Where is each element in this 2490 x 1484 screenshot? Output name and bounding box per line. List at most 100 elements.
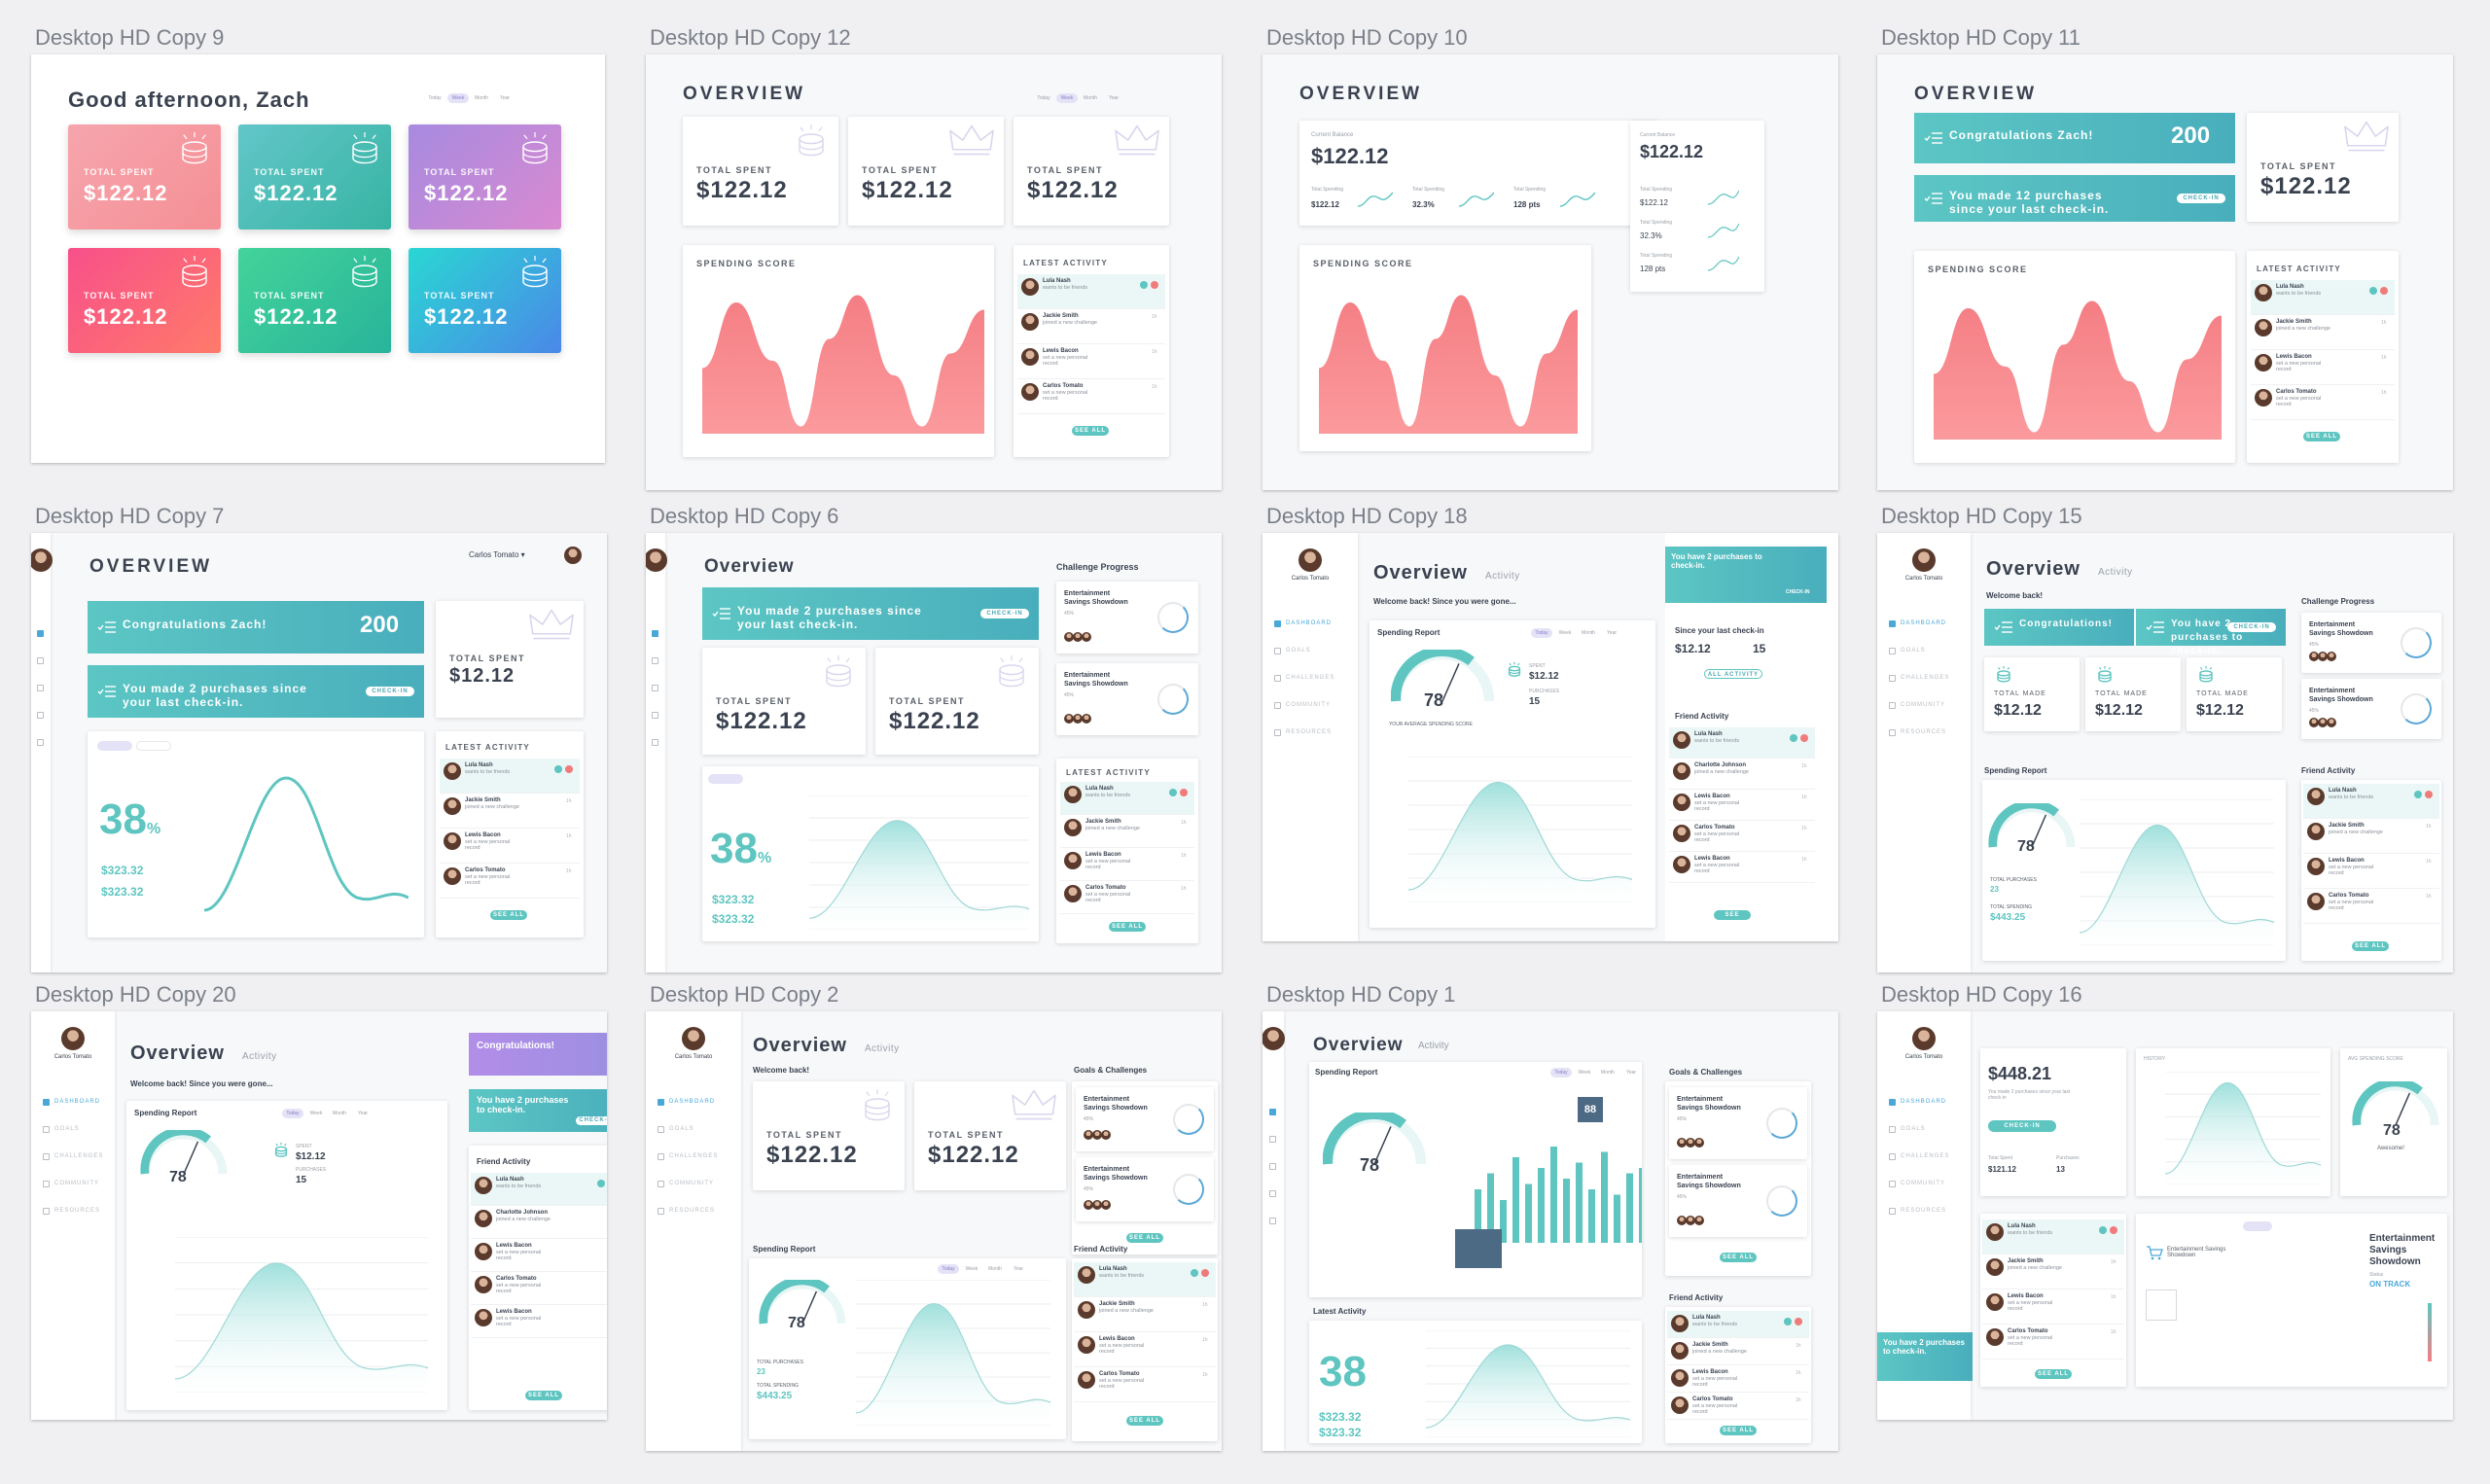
sidebar-item-goals[interactable]: GOALS — [669, 1126, 694, 1132]
sidebar-icon[interactable] — [37, 712, 44, 719]
activity-row[interactable]: Jackie Smith joined a new challenge 1h — [2251, 315, 2395, 350]
tab-today[interactable]: Today — [1550, 1068, 1572, 1078]
challenge-card[interactable]: Entertainment Savings Showdown 45% — [1669, 1087, 1807, 1159]
check-in-button[interactable]: CHECK-IN — [980, 609, 1029, 618]
tab-year[interactable]: Year — [494, 93, 516, 103]
check-in-banner[interactable]: You made 12 purchases since your last ch… — [1914, 175, 2235, 222]
challenge-card[interactable]: Entertainment Savings Showdown 45% — [1669, 1165, 1807, 1237]
see-all-button[interactable]: SEE ALL — [1720, 1253, 1757, 1262]
sidebar-item-resources[interactable]: RESOURCES — [1901, 729, 1946, 735]
sidebar-item-challenges[interactable]: CHALLENGES — [669, 1153, 718, 1159]
tab-year[interactable]: Year — [352, 1109, 374, 1118]
user-avatar[interactable] — [646, 548, 667, 572]
see-all-button[interactable]: SEE ALL — [2352, 941, 2389, 951]
tab-week[interactable]: Week — [1574, 1068, 1595, 1078]
activity-row[interactable]: Jackie Smith joined a new challenge 1h — [2303, 819, 2439, 854]
activity-row[interactable]: Carlos Tomatoset a new personal record 1h — [2303, 889, 2439, 924]
tab-month[interactable]: Month — [984, 1264, 1006, 1274]
decline-friend-icon[interactable] — [2110, 1226, 2117, 1234]
check-in-banner[interactable]: You have 2 purchases to check-in. CHECK-I… — [469, 1089, 607, 1132]
activity-row[interactable]: Lula Nash wants to be friends — [1669, 727, 1815, 759]
sidebar-item-resources[interactable]: RESOURCES — [54, 1208, 100, 1214]
sidebar-item-community[interactable]: COMMUNITY — [1901, 1181, 1945, 1186]
tab-month[interactable]: Month — [471, 93, 492, 103]
see-all-button[interactable]: SEE ALL — [2035, 1369, 2072, 1379]
tab-week[interactable]: Week — [305, 1109, 327, 1118]
tab-year[interactable]: Year — [1620, 1068, 1642, 1078]
sidebar-icon[interactable] — [37, 657, 44, 664]
activity-row[interactable]: Lula Nash wants to be friends — [471, 1173, 607, 1206]
tab-month[interactable]: Month — [329, 1109, 350, 1118]
activity-row[interactable]: Lula Nash wants to be friends — [2303, 784, 2439, 819]
tab-month[interactable]: Month — [1597, 1068, 1618, 1078]
activity-row[interactable]: Lula Nash wants to be friends — [1017, 274, 1165, 309]
sidebar-icon[interactable] — [652, 685, 658, 691]
activity-row[interactable]: Lewis Baconset a new personal record1h — [1982, 1290, 2124, 1325]
activity-row[interactable]: Lewis Baconset a new personal record1h — [2251, 350, 2395, 385]
activity-row[interactable]: Carlos Tomatoset a new personal record 1h — [1060, 881, 1194, 914]
sidebar-icon[interactable] — [37, 685, 44, 691]
sidebar-item-challenges[interactable]: CHALLENGES — [1901, 675, 1949, 681]
check-in-banner[interactable]: You have 2 purchases to check-in. CHECK-I… — [1665, 547, 1827, 603]
activity-row[interactable]: Lula Nash wants to be friends — [1982, 1219, 2124, 1254]
activity-row[interactable]: Carlos Tomatoset a new personal record 1h — [1074, 1367, 1216, 1402]
see-all-button[interactable]: SEE MORE — [1714, 910, 1751, 928]
decline-friend-icon[interactable] — [2425, 791, 2433, 798]
sidebar-item-dashboard[interactable]: DASHBOARD — [1901, 1099, 1946, 1105]
check-in-button[interactable]: CHECK-IN — [1988, 1120, 2056, 1132]
decline-friend-icon[interactable] — [565, 765, 573, 773]
activity-row[interactable]: Lewis Baconset a new personal record1h — [471, 1239, 607, 1272]
user-avatar[interactable] — [1263, 1027, 1285, 1050]
tab-friends[interactable] — [2274, 1221, 2303, 1231]
sidebar-item-challenges[interactable]: CHALLENGES — [54, 1153, 103, 1159]
sidebar-item-community[interactable]: COMMUNITY — [1901, 702, 1945, 708]
sidebar-item-resources[interactable]: RESOURCES — [669, 1208, 715, 1214]
challenge-card[interactable]: Entertainment Savings Showdown 45% — [1056, 663, 1198, 735]
activity-row[interactable]: Jackie Smith joined a new challenge 1h — [1074, 1297, 1216, 1332]
spend-card[interactable]: TOTAL SPENT $122.12 — [409, 248, 561, 353]
accept-friend-icon[interactable] — [2414, 791, 2422, 798]
sidebar-item-goals[interactable]: GOALS — [1901, 1126, 1926, 1132]
activity-row[interactable]: Lula Nash wants to be friends — [1667, 1311, 1809, 1338]
see-all-button[interactable]: SEE ALL — [2303, 432, 2340, 442]
all-activity-button[interactable]: ALL ACTIVITY — [1704, 669, 1762, 679]
spend-card[interactable]: TOTAL SPENT $122.12 — [238, 124, 391, 230]
sidebar-item-goals[interactable]: GOALS — [1286, 648, 1311, 654]
sidebar-item-resources[interactable]: RESOURCES — [1286, 729, 1332, 735]
spend-card[interactable]: TOTAL SPENT $122.12 — [409, 124, 561, 230]
tab-monthly[interactable] — [136, 741, 171, 751]
activity-row[interactable]: Lewis Baconset a new personal record1h — [1669, 790, 1815, 821]
user-avatar[interactable] — [31, 548, 53, 572]
sidebar-icon[interactable] — [652, 630, 658, 637]
accept-friend-icon[interactable] — [1169, 789, 1177, 796]
user-avatar[interactable] — [1912, 548, 1936, 572]
activity-row[interactable]: Lewis Baconset a new personal record1h — [1060, 848, 1194, 881]
sidebar-icon[interactable] — [652, 712, 658, 719]
check-in-banner[interactable]: You have 2 purchases to check-in. — [1877, 1332, 1973, 1381]
user-avatar[interactable] — [1298, 548, 1322, 572]
sidebar-item-resources[interactable]: RESOURCES — [1901, 1208, 1946, 1214]
accept-friend-icon[interactable] — [554, 765, 562, 773]
challenge-card[interactable]: Entertainment Savings Showdown 45% — [1056, 582, 1198, 654]
sidebar-icon[interactable] — [37, 739, 44, 746]
tab-global[interactable] — [2243, 1221, 2272, 1231]
activity-row[interactable]: Jackie Smith joined a new challenge 1h — [440, 794, 580, 829]
activity-row[interactable]: Lewis Baconset a new personal record1h — [471, 1305, 607, 1338]
activity-row[interactable]: Carlos Tomatoset a new personal record 1h — [1017, 379, 1165, 414]
user-avatar[interactable] — [1912, 1027, 1936, 1050]
sidebar-item-dashboard[interactable]: DASHBOARD — [669, 1099, 715, 1105]
tab-month[interactable]: Month — [1578, 628, 1599, 638]
sidebar-icon[interactable] — [1269, 1190, 1276, 1197]
sidebar-icon[interactable] — [1269, 1136, 1276, 1143]
challenge-card[interactable]: Entertainment Savings Showdown 45% — [1076, 1157, 1214, 1221]
sidebar-item-goals[interactable]: GOALS — [1901, 648, 1926, 654]
accept-friend-icon[interactable] — [2369, 287, 2377, 295]
tab-month[interactable]: Month — [1080, 93, 1101, 103]
activity-row[interactable]: Lewis Baconset a new personal record1h — [2303, 854, 2439, 889]
tab-year[interactable]: Year — [1008, 1264, 1029, 1274]
see-all-button[interactable]: SEE ALL — [525, 1391, 562, 1400]
see-all-button[interactable]: SEE ALL — [490, 910, 527, 920]
activity-row[interactable]: Lula Nash wants to be friends — [440, 759, 580, 794]
check-in-banner[interactable]: You made 2 purchases since your last che… — [88, 665, 424, 718]
spend-card[interactable]: TOTAL SPENT $122.12 — [238, 248, 391, 353]
